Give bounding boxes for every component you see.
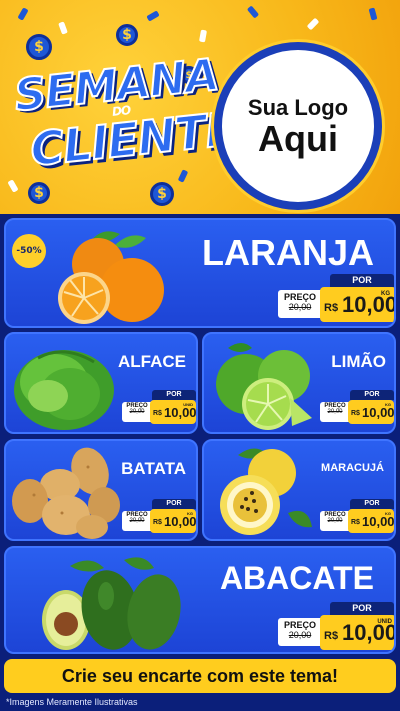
confetti [17, 7, 29, 21]
coin-icon: $ [26, 34, 52, 60]
new-price-box: R$ 10,00 UNID [150, 400, 196, 424]
por-label: POR [350, 390, 394, 400]
price-tag: POR PREÇO 20,00 R$ 10,00 KG [122, 499, 196, 535]
old-price-box: PREÇO 20,00 [320, 511, 350, 531]
header-banner: $ $ $ $ $ SEMANA DO CLIENTE Sua Logo Aqu… [0, 0, 400, 214]
currency: R$ [324, 630, 339, 642]
new-price-box: R$ 10,00 KG [348, 400, 394, 424]
price-tag: POR PREÇO 20,00 R$ 10,00 UNID [122, 390, 196, 426]
lime-image [216, 343, 312, 430]
cta-banner[interactable]: Crie seu encarte com este tema! [4, 659, 396, 693]
por-label: POR [152, 499, 196, 509]
por-label: POR [330, 274, 394, 287]
new-price-box: R$ 10,00 KG [150, 509, 196, 533]
product-card-limao[interactable]: LIMÃO POR PREÇO 20,00 R$ 10,00 KG [202, 332, 396, 434]
price-value: 10,00 [164, 514, 197, 529]
old-price-box: PREÇO 20,00 [122, 402, 152, 422]
price-tag: POR PREÇO 20,00 R$ 10,00 KG [278, 274, 394, 322]
product-name: ALFACE [118, 352, 186, 371]
confetti [199, 29, 207, 43]
product-card-alface[interactable]: ALFACE POR PREÇO 20,00 R$ 10,00 UNID [4, 332, 198, 434]
product-name: LARANJA [201, 232, 374, 273]
price-unit: UNID [183, 402, 193, 407]
price-unit: UNID [377, 619, 392, 625]
por-label: POR [350, 499, 394, 509]
product-card-laranja[interactable]: -50% LARANJA POR PREÇO 20,00 R$ 10,00 KG [4, 218, 396, 328]
price-tag: POR PREÇO 20,00 R$ 10,00 KG [320, 499, 394, 535]
currency: R$ [153, 519, 162, 526]
product-name: LIMÃO [331, 352, 386, 371]
confetti [246, 5, 260, 19]
price-value: 10,00 [164, 405, 197, 420]
old-price: 20,00 [129, 409, 145, 415]
passion-fruit-image [220, 448, 312, 535]
currency: R$ [324, 302, 339, 314]
old-price: 20,00 [129, 518, 145, 524]
confetti [7, 179, 19, 193]
lettuce-image [14, 350, 114, 430]
old-price: 20,00 [327, 409, 343, 415]
currency: R$ [351, 410, 360, 417]
price-unit: KG [385, 511, 391, 516]
confetti [368, 7, 378, 21]
price-value: 10,00 [362, 405, 395, 420]
coin-icon: $ [28, 182, 50, 204]
product-name: BATATA [121, 459, 186, 478]
old-price: 20,00 [288, 302, 312, 312]
price-tag: POR PREÇO 20,00 R$ 10,00 KG [320, 390, 394, 426]
currency: R$ [153, 410, 162, 417]
new-price-box: R$ 10,00 UNID [320, 615, 394, 650]
new-price-box: R$ 10,00 KG [320, 287, 394, 322]
confetti [146, 10, 160, 22]
product-card-batata[interactable]: BATATA POR PREÇO 20,00 R$ 10,00 KG [4, 439, 198, 541]
product-card-maracuja[interactable]: MARACUJÁ POR PREÇO 20,00 R$ 10,00 KG [202, 439, 396, 541]
old-price-box: PREÇO 20,00 [320, 402, 350, 422]
old-price-box: PREÇO 20,00 [278, 618, 322, 646]
currency: R$ [351, 519, 360, 526]
por-label: POR [330, 602, 394, 615]
old-price-box: PREÇO 20,00 [278, 290, 322, 318]
product-card-abacate[interactable]: ABACATE POR PREÇO 20,00 R$ 10,00 UNID [4, 546, 396, 654]
old-price: 20,00 [327, 518, 343, 524]
coin-icon: $ [150, 182, 174, 206]
por-label: POR [152, 390, 196, 400]
coin-icon: $ [116, 24, 138, 46]
old-price-box: PREÇO 20,00 [122, 511, 152, 531]
preco-label: PREÇO [283, 292, 316, 302]
price-unit: KG [385, 402, 391, 407]
confetti [306, 17, 320, 31]
preco-label: PREÇO [283, 620, 316, 630]
price-tag: POR PREÇO 20,00 R$ 10,00 UNID [278, 602, 394, 650]
confetti [177, 169, 189, 183]
old-price: 20,00 [288, 630, 312, 640]
logo-text-line2: Aqui [258, 118, 338, 159]
product-name: ABACATE [219, 560, 374, 596]
orange-image [58, 231, 164, 324]
product-name: MARACUJÁ [321, 462, 384, 474]
avocado-image [42, 557, 181, 650]
new-price-box: R$ 10,00 KG [348, 509, 394, 533]
price-unit: KG [187, 511, 193, 516]
confetti [58, 21, 68, 35]
price-unit: KG [381, 291, 390, 297]
disclaimer-text: *Imagens Meramente Ilustrativas [6, 697, 138, 707]
logo-placeholder[interactable]: Sua Logo Aqui [214, 42, 382, 210]
potato-image [12, 447, 120, 539]
discount-badge: -50% [12, 234, 46, 268]
price-value: 10,00 [362, 514, 395, 529]
